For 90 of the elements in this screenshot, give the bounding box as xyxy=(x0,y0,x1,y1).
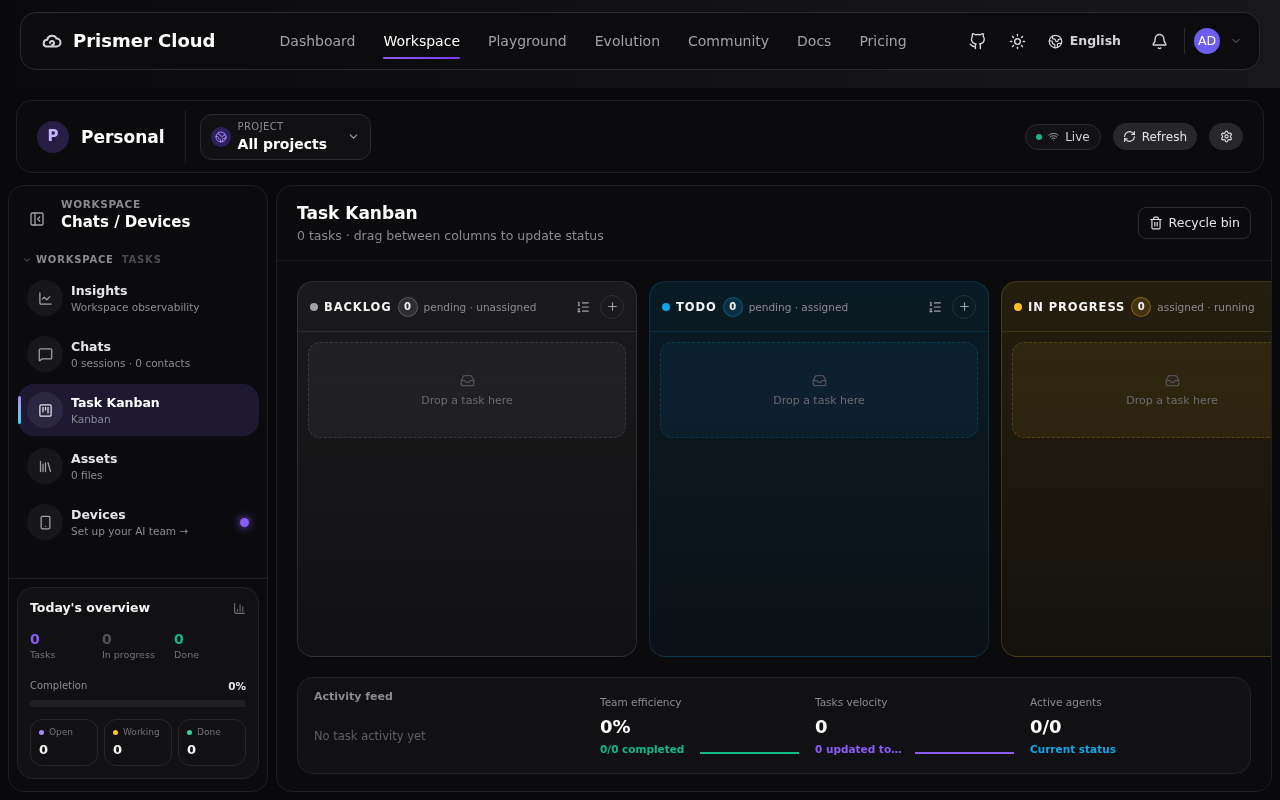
workspace-avatar: P xyxy=(37,120,69,153)
status-count: 0 xyxy=(113,742,123,758)
settings-icon xyxy=(1219,130,1233,143)
overview-title: Today's overview xyxy=(30,600,151,616)
nav-tab[interactable]: Community xyxy=(686,31,772,59)
column-description: pending · assigned xyxy=(748,299,849,314)
count-badge: 0 xyxy=(397,296,418,317)
stat-label: Tasks xyxy=(30,648,56,661)
column-title: TODO xyxy=(676,298,717,315)
column-title: IN PROGRESS xyxy=(1028,298,1126,315)
drop-zone-text: Drop a task here xyxy=(1126,393,1218,408)
refresh-button[interactable]: Refresh xyxy=(1112,123,1197,150)
chat-bubble-icon xyxy=(27,336,63,372)
globe-icon xyxy=(1047,33,1063,49)
sidebar-item[interactable]: Assets 0 files xyxy=(18,440,259,492)
inbox-icon xyxy=(459,372,475,388)
completion-label: Completion xyxy=(30,679,88,693)
trash-icon xyxy=(1148,216,1163,230)
count-badge: 0 xyxy=(722,296,743,317)
status-label: Done xyxy=(197,726,221,738)
user-avatar[interactable]: AD xyxy=(1194,28,1220,54)
sidebar-item[interactable]: Devices Set up your AI team → xyxy=(18,496,259,548)
bar-chart-icon xyxy=(233,601,246,615)
metric-label: Tasks velocity xyxy=(815,695,888,709)
activity-title: Activity feed xyxy=(314,690,393,704)
metric-label: Active agents xyxy=(1030,695,1102,709)
settings-button[interactable] xyxy=(1209,123,1243,150)
metric-value: 0% xyxy=(600,716,631,738)
sidebar-item[interactable]: Insights Workspace observability xyxy=(18,272,259,324)
inbox-icon xyxy=(1164,372,1180,388)
refresh-icon xyxy=(1122,130,1136,143)
inbox-icon xyxy=(811,372,827,388)
numbered-list-icon[interactable] xyxy=(576,299,590,314)
nav-tab[interactable]: Docs xyxy=(795,31,834,59)
plus-icon xyxy=(605,300,619,313)
page-title: Task Kanban xyxy=(297,202,419,224)
column-title: BACKLOG xyxy=(324,298,392,315)
workspace-name: Personal xyxy=(81,125,165,148)
metric-label: Team efficiency xyxy=(600,695,682,709)
nav-tab[interactable]: Dashboard xyxy=(277,31,358,59)
nav-tab[interactable]: Playground xyxy=(486,31,569,59)
stat-label: In progress xyxy=(102,648,155,661)
bell-icon[interactable] xyxy=(1151,32,1168,50)
language-button[interactable]: English xyxy=(1047,31,1121,51)
sidebar-item[interactable]: Chats 0 sessions · 0 contacts xyxy=(18,328,259,380)
column-description: pending · unassigned xyxy=(423,299,537,314)
globe-icon xyxy=(210,126,231,147)
kanban-board-icon xyxy=(27,392,63,428)
phone-icon xyxy=(27,504,63,540)
stat-value: 0 xyxy=(30,630,40,648)
status-count: 0 xyxy=(39,742,49,758)
sun-icon[interactable] xyxy=(1008,32,1026,50)
wifi-icon xyxy=(1048,131,1060,142)
drop-zone-text: Drop a task here xyxy=(421,393,513,408)
metric-detail: 0/0 completed xyxy=(600,742,686,756)
sidebar-item[interactable]: Task Kanban Kanban xyxy=(18,384,259,436)
stat-label: Done xyxy=(174,648,199,661)
project-select[interactable]: PROJECT All projects xyxy=(199,113,371,160)
github-icon[interactable] xyxy=(968,32,986,50)
metric-detail: 0 updated to… xyxy=(815,742,903,756)
activity-empty-text: No task activity yet xyxy=(314,729,426,743)
sidebar-title: Chats / Devices xyxy=(61,212,191,232)
metric-value: 0 xyxy=(815,716,828,738)
line-chart-icon xyxy=(27,280,63,316)
sidebar-eyebrow: WORKSPACE xyxy=(61,197,142,211)
status-label: Open xyxy=(49,726,74,738)
drop-zone-text: Drop a task here xyxy=(773,393,865,408)
completion-value: 0% xyxy=(228,679,246,693)
status-count: 0 xyxy=(187,742,197,758)
section-toggle[interactable]: WORKSPACE TASKS xyxy=(22,253,162,267)
metric-value: 0/0 xyxy=(1030,716,1062,738)
stat-value: 0 xyxy=(102,630,112,648)
nav-tab[interactable]: Pricing xyxy=(857,31,909,59)
book-spines-icon xyxy=(27,448,63,484)
cloud-icon xyxy=(40,34,62,48)
status-label: Working xyxy=(123,726,160,738)
panel-left-icon[interactable] xyxy=(29,211,45,227)
numbered-list-icon[interactable] xyxy=(928,299,942,314)
recycle-bin-button[interactable]: Recycle bin xyxy=(1137,207,1251,239)
count-badge: 0 xyxy=(1131,296,1152,317)
metric-detail: Current status xyxy=(1030,742,1117,756)
live-label: Live xyxy=(1065,128,1090,145)
page-subtitle: 0 tasks · drag between columns to update status xyxy=(297,228,604,244)
nav-tab[interactable]: Evolution xyxy=(592,31,663,59)
stat-value: 0 xyxy=(174,630,184,648)
chevron-down-icon xyxy=(22,255,32,265)
nav-tab[interactable]: Workspace xyxy=(381,31,462,59)
column-description: assigned · running xyxy=(1157,299,1255,314)
brand-name: Prismer Cloud xyxy=(73,29,216,53)
plus-icon xyxy=(957,300,971,313)
